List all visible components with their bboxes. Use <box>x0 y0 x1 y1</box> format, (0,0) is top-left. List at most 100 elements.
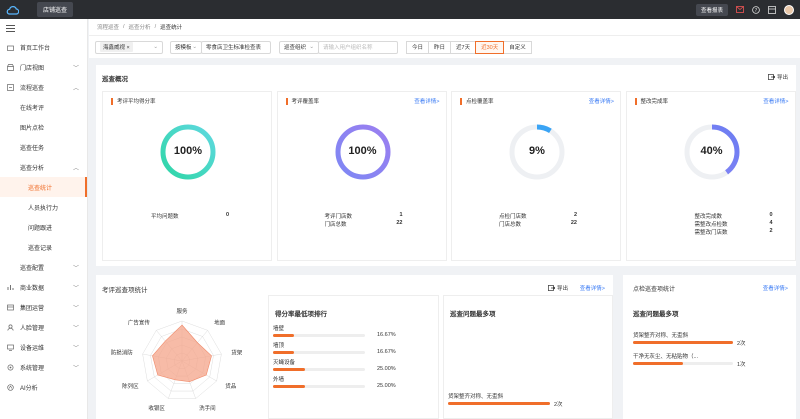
template-type-select[interactable]: 按模板 ⌄ <box>170 40 202 54</box>
problem-bar-track <box>448 402 550 405</box>
sidebar-item[interactable]: 在线考评 <box>0 97 87 117</box>
kpi-value: 9% <box>529 145 545 157</box>
breadcrumb: 流程巡查 / 巡查分析 / 巡查统计 <box>89 19 800 36</box>
kpi-value: 100% <box>348 145 377 157</box>
spot-row: 货架整齐对称、无歪斜 2次 <box>633 331 793 347</box>
store-inspection-button[interactable]: 店铺巡查 <box>37 2 74 17</box>
date-range-button[interactable]: 近30天 <box>475 40 505 54</box>
company-select[interactable]: 海鑫威视 × ⌄ <box>95 40 163 54</box>
close-icon[interactable]: × <box>127 45 130 51</box>
sidebar-item[interactable]: 巡查分析 ︿ <box>0 157 87 177</box>
avatar[interactable] <box>784 4 794 15</box>
sidebar-item[interactable]: 图片点检 <box>0 117 87 137</box>
view-report-button[interactable]: 查看报表 <box>695 3 728 16</box>
sidebar-item[interactable]: 人脸管理 ﹀ <box>0 317 87 337</box>
kpi-card-header: 考评覆盖率 <box>285 97 319 105</box>
chevron-down-icon: ⌄ <box>309 44 314 50</box>
kpi-stat-row: 整改完成数 0 <box>695 212 773 220</box>
date-range-button[interactable]: 今日 <box>406 40 430 54</box>
accent-bar <box>285 97 288 105</box>
layout-icon[interactable] <box>768 5 776 14</box>
sidebar-item-label: 在线考评 <box>20 105 45 112</box>
sidebar-item[interactable]: 商业数据 ﹀ <box>0 277 87 297</box>
sidebar-item-label: 巡查记录 <box>28 245 53 252</box>
kpi-stat-row: 门店总数 22 <box>325 220 403 228</box>
spot-title: 点检巡查项统计 <box>633 287 676 293</box>
accent-bar <box>460 97 462 105</box>
kpi-stat-label: 需整改门店数 <box>694 230 728 236</box>
export-icon <box>768 74 775 80</box>
org-value: 巡查组织 <box>284 45 307 51</box>
kpi-title: 整改完成率 <box>640 99 669 105</box>
sidebar-item[interactable]: 首页工作台 <box>0 37 87 57</box>
breadcrumb-item[interactable]: 巡查分析 <box>129 23 151 31</box>
ranking-bar-track <box>273 351 365 354</box>
sidebar-item[interactable]: 设备运维 ﹀ <box>0 337 87 357</box>
view-details-link[interactable]: 查看详情> <box>580 284 605 292</box>
date-range-button[interactable]: 近7天 <box>450 40 477 54</box>
ranking-bar-track <box>273 334 365 337</box>
settings-icon <box>7 364 14 371</box>
ranking-label: 外墙 <box>273 377 285 383</box>
view-details-link[interactable]: 查看详情> <box>763 97 788 105</box>
spot-bar-track <box>633 362 733 365</box>
date-range-group: 今日 昨日 近7天 近30天 自定义 <box>406 40 532 54</box>
sidebar-item-label: 商业数据 <box>20 285 45 292</box>
view-details-link[interactable]: 查看详情> <box>763 284 788 292</box>
sidebar-item[interactable]: 门店视图 ﹀ <box>0 57 87 77</box>
top-bar: 店铺巡查 查看报表 ? <box>0 0 800 19</box>
home-icon <box>7 44 14 51</box>
device-icon <box>7 344 14 351</box>
kpi-stat-label: 整改完成数 <box>694 214 723 220</box>
kpi-stat-label: 点检门店数 <box>499 214 527 220</box>
ai-icon <box>7 383 14 391</box>
sidebar-item[interactable]: 巡查任务 <box>0 137 87 157</box>
sidebar-item-label: 流程巡查 <box>20 85 45 92</box>
kpi-title: 点检覆盖率 <box>466 99 494 105</box>
problems-card: 巡查问题最多项 货架整齐对称、无歪斜 2次 <box>443 295 613 419</box>
sidebar-item[interactable]: 人员执行力 <box>0 197 87 217</box>
sidebar-item-label: 系统管理 <box>20 365 45 372</box>
help-icon[interactable]: ? <box>752 5 760 14</box>
radar-series <box>152 324 212 382</box>
chevron-up-icon: ︿ <box>72 165 79 172</box>
date-range-button[interactable]: 自定义 <box>503 40 532 54</box>
template-select[interactable]: 零食店卫生标准检查表 <box>201 40 271 54</box>
spot-bar-fill <box>633 341 733 344</box>
kpi-stat-row: 需整改门店数 2 <box>695 228 773 236</box>
mail-icon[interactable] <box>736 6 744 14</box>
org-select[interactable]: 巡查组织 ⌄ <box>279 40 319 54</box>
export-button[interactable]: 导出 <box>548 284 568 292</box>
menu-toggle-icon[interactable] <box>0 19 87 37</box>
view-details-link[interactable]: 查看详情> <box>589 97 614 105</box>
sidebar-item[interactable]: 集团运营 ﹀ <box>0 297 87 317</box>
chevron-down-icon: ﹀ <box>72 305 79 312</box>
chevron-down-icon: ⌄ <box>192 44 197 50</box>
breadcrumb-item[interactable]: 流程巡查 <box>97 23 119 31</box>
sidebar: 首页工作台 门店视图 ﹀ 流程巡查 ︿ 在线考评 图片点检 巡查任务 巡查分析 ︿ 巡查统计 人员执行… <box>0 19 88 419</box>
org-search-input[interactable]: 请输入用户组织名称 <box>318 40 398 54</box>
kpi-stat-value: 22 <box>570 220 577 226</box>
chart-icon <box>7 284 14 291</box>
spot-count: 1次 <box>737 362 746 368</box>
radar-label: 货品 <box>225 382 237 390</box>
accent-bar <box>111 97 113 105</box>
kpi-value: 40% <box>700 145 723 157</box>
sidebar-item[interactable]: 巡查配置 ﹀ <box>0 257 87 277</box>
sidebar-item[interactable]: 流程巡查 ︿ <box>0 77 87 97</box>
sidebar-item[interactable]: AI分析 <box>0 377 87 397</box>
cloud-logo-icon[interactable] <box>5 4 19 16</box>
sidebar-item[interactable]: 问题跟进 <box>0 217 87 237</box>
ranking-row: 外墙 25.00% <box>273 375 400 389</box>
sidebar-item[interactable]: 巡查记录 <box>0 237 87 257</box>
export-button[interactable]: 导出 <box>768 73 788 81</box>
template-value: 零食店卫生标准检查表 <box>206 45 262 51</box>
view-details-link[interactable]: 查看详情> <box>414 97 439 105</box>
date-range-button[interactable]: 昨日 <box>428 40 452 54</box>
chevron-down-icon: ﹀ <box>72 265 79 272</box>
overview-panel: 巡查概况 导出 考评平均得分率 100% 平均问题数 0 考评覆盖率 查看详情> 100% 考… <box>96 65 796 266</box>
spot-row: 干净无灰尘、无粘贴物（... 1次 <box>633 352 793 368</box>
sidebar-item[interactable]: 系统管理 ﹀ <box>0 357 87 377</box>
kpi-card-header: 整改完成率 <box>634 97 669 105</box>
sidebar-item[interactable]: 巡查统计 <box>0 177 87 197</box>
